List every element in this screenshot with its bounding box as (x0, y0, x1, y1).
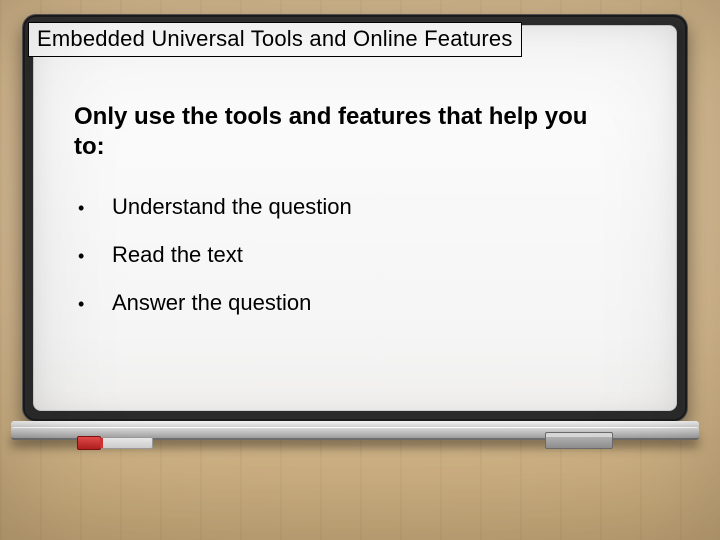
bullet-icon: • (78, 246, 112, 267)
list-item: • Answer the question (78, 290, 616, 316)
list-item-text: Answer the question (112, 290, 311, 316)
list-item: • Read the text (78, 242, 616, 268)
blackboard-frame: Embedded Universal Tools and Online Feat… (22, 14, 688, 422)
slide-background: Embedded Universal Tools and Online Feat… (0, 0, 720, 540)
eraser-icon (545, 432, 613, 449)
slide-title: Embedded Universal Tools and Online Feat… (28, 22, 522, 57)
list-item-text: Read the text (112, 242, 243, 268)
slide-subheading: Only use the tools and features that hel… (74, 102, 596, 162)
bullet-icon: • (78, 198, 112, 219)
whiteboard: Embedded Universal Tools and Online Feat… (33, 25, 677, 411)
chalk-tray (11, 421, 699, 451)
list-item: • Understand the question (78, 194, 616, 220)
bullet-icon: • (78, 294, 112, 315)
marker-icon (83, 435, 161, 449)
list-item-text: Understand the question (112, 194, 352, 220)
bullet-list: • Understand the question • Read the tex… (78, 194, 616, 338)
